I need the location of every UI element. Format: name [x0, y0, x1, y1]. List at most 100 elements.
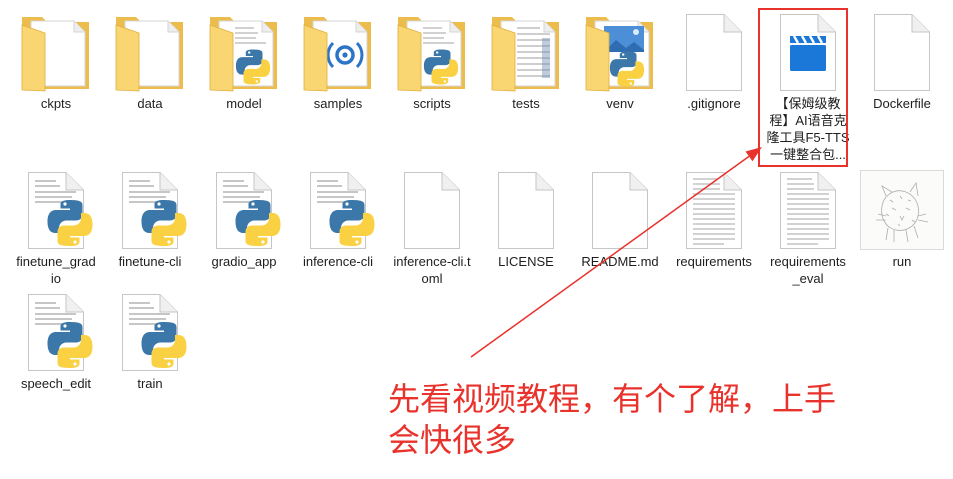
file-name-line: requirements	[770, 254, 846, 269]
folder-item[interactable]: ckpts	[9, 12, 103, 163]
python-file-icon[interactable]	[110, 292, 190, 372]
folder-icon[interactable]	[16, 12, 96, 92]
file-name-label: train	[137, 375, 162, 392]
file-item[interactable]: speech_edit	[9, 292, 103, 392]
file-item[interactable]: 【保姆级教程】AI语音克 隆工具F5-TTS 一键整合包...	[761, 12, 855, 163]
file-name-label: .gitignore	[687, 95, 740, 112]
folder-item[interactable]: model	[197, 12, 291, 163]
file-name-label: data	[137, 95, 162, 112]
folder-item[interactable]: samples	[291, 12, 385, 163]
folder-item[interactable]: venv	[573, 12, 667, 163]
file-name-line: 【保姆级教	[775, 96, 841, 111]
python-file-icon[interactable]	[298, 170, 378, 250]
file-name-label: inference-cli	[303, 253, 373, 270]
file-name-line: scripts	[413, 96, 451, 111]
file-name-line: finetune-cli	[118, 254, 182, 269]
python-folder-icon[interactable]	[204, 12, 284, 92]
folder-icon[interactable]	[110, 12, 190, 92]
annotation-caption: 先看视频教程，有个了解，上手 会快很多	[388, 379, 836, 461]
file-name-line: LICENSE	[498, 254, 554, 269]
file-name-line: .gitignore	[687, 96, 741, 111]
file-name-line: 一键整合包...	[770, 147, 846, 162]
file-name-label: Dockerfile	[873, 95, 931, 112]
file-name-line: speech_edit	[20, 376, 92, 391]
blank-file-icon[interactable]	[674, 12, 754, 92]
audio-folder-icon[interactable]	[298, 12, 378, 92]
file-name-line: README.md	[581, 254, 659, 269]
file-name-line: inference-cli	[302, 254, 374, 269]
blank-file-icon[interactable]	[580, 170, 660, 250]
file-item[interactable]: Dockerfile	[855, 12, 949, 163]
file-name-line: _eval	[792, 271, 824, 286]
file-name-label: requirements _eval	[770, 253, 846, 287]
image-python-folder-icon[interactable]	[580, 12, 660, 92]
file-name-label: inference-cli.t oml	[393, 253, 470, 287]
image-thumbnail-icon[interactable]	[860, 170, 944, 250]
python-file-icon[interactable]	[16, 170, 96, 250]
file-item[interactable]: gradio_app	[197, 170, 291, 287]
file-name-line: model	[226, 96, 262, 111]
file-name-line: train	[137, 376, 163, 391]
file-name-label: ckpts	[41, 95, 71, 112]
document-folder-icon[interactable]	[486, 12, 566, 92]
file-item[interactable]: finetune-cli	[103, 170, 197, 287]
blank-file-icon[interactable]	[486, 170, 566, 250]
file-item[interactable]: requirements	[667, 170, 761, 287]
file-name-label: run	[893, 253, 912, 270]
blank-file-icon[interactable]	[392, 170, 472, 250]
text-file-icon[interactable]	[674, 170, 754, 250]
file-name-line: inference-cli.t	[393, 254, 471, 269]
file-name-label: venv	[606, 95, 633, 112]
python-file-icon[interactable]	[110, 170, 190, 250]
folder-item[interactable]: tests	[479, 12, 573, 163]
file-name-line: tests	[512, 96, 540, 111]
folder-item[interactable]: scripts	[385, 12, 479, 163]
file-item[interactable]: LICENSE	[479, 170, 573, 287]
file-name-label: model	[226, 95, 261, 112]
file-item[interactable]: run	[855, 170, 949, 287]
file-item[interactable]: inference-cli	[291, 170, 385, 287]
caption-line: 先看视频教程，有个了解，上手	[388, 381, 837, 417]
video-file-icon[interactable]	[768, 12, 848, 92]
file-item[interactable]: .gitignore	[667, 12, 761, 163]
file-name-line: io	[50, 271, 62, 286]
file-name-line: ckpts	[40, 96, 72, 111]
file-name-label: scripts	[413, 95, 451, 112]
blank-file-icon[interactable]	[862, 12, 942, 92]
file-name-label: 【保姆级教程】AI语音克 隆工具F5-TTS 一键整合包...	[766, 95, 849, 163]
file-item[interactable]: requirements _eval	[761, 170, 855, 287]
python-file-icon[interactable]	[204, 170, 284, 250]
file-name-line: Dockerfile	[873, 96, 931, 111]
file-name-label: finetune-cli	[119, 253, 182, 270]
icon-row: finetune_gradio finetune-cli gradio_app inf…	[9, 170, 949, 287]
file-name-line: gradio_app	[211, 254, 277, 269]
file-name-label: gradio_app	[211, 253, 276, 270]
icon-row: speech_edit train	[9, 292, 197, 392]
python-file-icon[interactable]	[16, 292, 96, 372]
caption-line: 会快很多	[388, 422, 517, 458]
file-name-line: data	[137, 96, 163, 111]
file-name-line: oml	[421, 271, 443, 286]
text-file-icon[interactable]	[768, 170, 848, 250]
file-name-label: tests	[512, 95, 539, 112]
file-name-label: samples	[314, 95, 362, 112]
file-name-line: samples	[313, 96, 363, 111]
file-name-line: finetune_grad	[16, 254, 96, 269]
file-item[interactable]: README.md	[573, 170, 667, 287]
file-name-label: finetune_gradio	[16, 253, 96, 287]
file-name-label: speech_edit	[21, 375, 91, 392]
file-name-label: LICENSE	[498, 253, 554, 270]
folder-item[interactable]: data	[103, 12, 197, 163]
file-item[interactable]: train	[103, 292, 197, 392]
file-name-line: venv	[606, 96, 634, 111]
file-name-line: requirements	[676, 254, 752, 269]
file-name-line: 程】AI语音克	[769, 113, 847, 128]
file-name-label: requirements	[676, 253, 752, 270]
file-item[interactable]: finetune_gradio	[9, 170, 103, 287]
file-name-label: README.md	[581, 253, 658, 270]
icon-row: ckpts data model samples scripts tests venv .gi…	[9, 12, 949, 163]
python-folder-icon[interactable]	[392, 12, 472, 92]
file-item[interactable]: inference-cli.t oml	[385, 170, 479, 287]
file-name-line: 隆工具F5-TTS	[766, 130, 850, 145]
file-name-line: run	[892, 254, 912, 269]
